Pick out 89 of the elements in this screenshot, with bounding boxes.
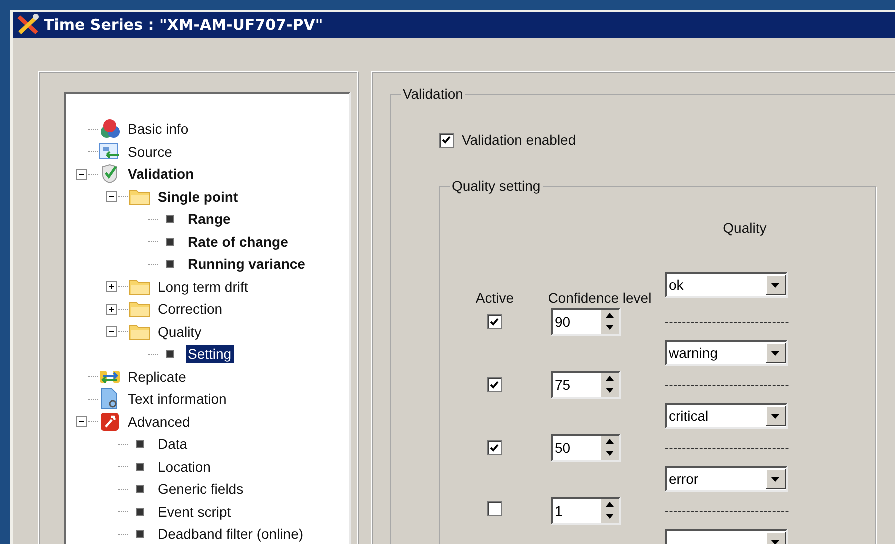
spin-buttons-icon[interactable]	[600, 436, 619, 460]
bullet-icon	[166, 238, 174, 246]
bullet-icon	[166, 260, 174, 268]
check-icon	[490, 444, 500, 452]
tree-item[interactable]: Range	[186, 210, 233, 228]
bullet-icon	[136, 440, 144, 448]
tree-item[interactable]: Rate of change	[186, 232, 290, 251]
spin-buttons-icon[interactable]	[600, 310, 619, 334]
tree-item[interactable]: Running variance	[186, 255, 308, 274]
spinner-value: 50	[554, 440, 571, 456]
quality-dropdown[interactable]: error	[664, 466, 788, 492]
check-icon	[490, 380, 500, 389]
bullet-icon	[166, 215, 174, 224]
spin-buttons-icon[interactable]	[600, 372, 619, 397]
tools-icon	[16, 14, 40, 36]
check-icon	[442, 136, 451, 144]
tree-item[interactable]: Quality	[156, 322, 204, 341]
collapse-icon[interactable]	[106, 191, 116, 202]
confidence-spinner[interactable]: 75	[550, 370, 621, 399]
tree-item[interactable]: Basic info	[126, 120, 191, 138]
tree-item[interactable]: Event script	[156, 502, 234, 521]
confidence-spinner[interactable]: 90	[550, 308, 621, 336]
tree-item[interactable]: Source	[126, 142, 174, 161]
spinner-value: 75	[554, 376, 571, 393]
separator-line: -----------------------------	[664, 378, 791, 392]
folder-icon	[129, 322, 151, 341]
shield-check-icon	[101, 164, 119, 184]
spinner-value: 1	[554, 502, 563, 519]
quality-dropdown[interactable]: critical	[664, 403, 788, 430]
dropdown-arrow-icon	[771, 476, 780, 482]
folder-icon	[129, 300, 151, 318]
collapse-icon[interactable]	[106, 326, 116, 338]
checkbox[interactable]	[438, 132, 454, 148]
tree-item[interactable]: Long term drift	[156, 278, 250, 296]
wrench-icon	[100, 412, 120, 432]
quality-dropdown[interactable]: warning	[664, 340, 788, 366]
folder-icon	[129, 278, 151, 296]
confidence-spinner[interactable]: 1	[550, 496, 621, 525]
checkbox[interactable]	[487, 377, 502, 392]
bullet-icon	[136, 508, 144, 516]
spinner-value: 90	[554, 314, 571, 330]
dropdown-value: critical	[668, 408, 709, 424]
check-icon	[490, 318, 500, 326]
tree-item[interactable]: Deadband filter (online)	[156, 525, 306, 544]
column-header: Quality	[723, 220, 767, 236]
dropdown-arrow-icon	[771, 350, 780, 356]
tree-view[interactable]	[64, 92, 351, 544]
tree-item[interactable]: Location	[156, 458, 213, 476]
bullet-icon	[136, 462, 144, 471]
separator-line: -----------------------------	[664, 440, 791, 455]
checkbox[interactable]	[487, 314, 502, 330]
spin-buttons-icon[interactable]	[600, 498, 619, 523]
tree-item[interactable]: Data	[156, 435, 190, 454]
bullet-icon	[136, 530, 144, 538]
collapse-icon[interactable]	[76, 416, 86, 428]
separator-line: -----------------------------	[664, 504, 791, 518]
dropdown-value: warning	[668, 345, 718, 362]
tree-item[interactable]: Validation	[126, 165, 196, 184]
checkbox[interactable]	[487, 500, 502, 516]
tree-item[interactable]: Generic fields	[156, 480, 246, 498]
window-title: Time Series : "XM-AM-UF707-PV"	[44, 16, 324, 34]
separator-line: -----------------------------	[664, 314, 791, 329]
folder-icon	[129, 188, 151, 206]
tree-item[interactable]: Single point	[156, 188, 240, 206]
bullet-icon	[166, 350, 174, 358]
tree-item[interactable]: Replicate	[126, 368, 188, 386]
group-title: Quality setting	[450, 178, 542, 194]
checkbox[interactable]	[487, 440, 502, 456]
tree-item[interactable]: Setting	[186, 345, 234, 364]
tree-item[interactable]: Correction	[156, 300, 225, 318]
group-title: Validation	[402, 86, 464, 102]
tree-item[interactable]: Text information	[126, 390, 229, 408]
dropdown-value: ok	[668, 277, 684, 293]
bullet-icon	[136, 485, 144, 494]
document-icon	[100, 388, 120, 410]
dropdown-arrow-icon	[771, 540, 780, 544]
confidence-spinner[interactable]: 50	[550, 434, 621, 462]
cubes-icon	[99, 119, 121, 140]
collapse-icon[interactable]	[76, 168, 86, 180]
expand-icon[interactable]	[106, 281, 116, 292]
tree-item[interactable]: Advanced	[126, 412, 192, 431]
expand-icon[interactable]	[106, 304, 116, 315]
column-header: Active	[476, 290, 514, 306]
dropdown-arrow-icon	[771, 282, 780, 288]
quality-dropdown[interactable]: ok	[664, 272, 788, 298]
column-header: Confidence level	[548, 290, 652, 306]
dropdown-value: error	[668, 471, 699, 488]
checkbox-label: Validation enabled	[462, 132, 576, 148]
dropdown-arrow-icon	[771, 414, 780, 419]
